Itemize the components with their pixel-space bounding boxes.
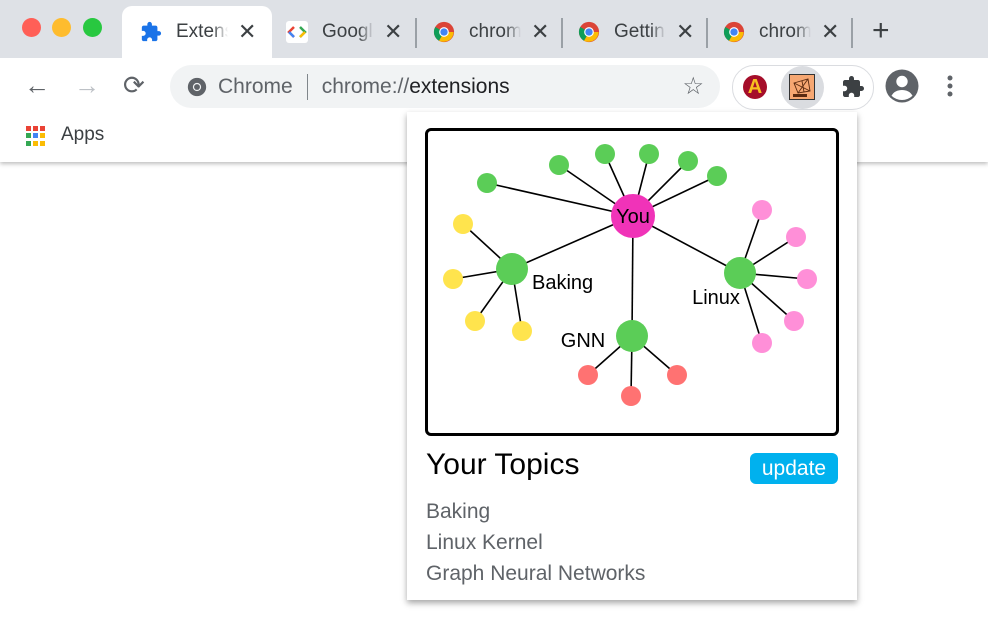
topic-leaf-node: [786, 227, 806, 247]
topic-graph: You Baking Linux GNN: [425, 128, 839, 436]
more-menu-icon[interactable]: [942, 68, 958, 109]
direct-leaf-node: [477, 173, 497, 193]
profile-avatar-icon[interactable]: [884, 68, 920, 109]
topic-item: Graph Neural Networks: [426, 562, 646, 585]
tab-close-button[interactable]: ✕: [384, 19, 402, 45]
chrome-site-icon: [186, 76, 208, 98]
apps-grid-icon[interactable]: [26, 126, 46, 146]
toolbar: ← → ⟳ Chrome chrome://extensions ☆ A: [0, 58, 988, 114]
extensions-area: A: [732, 65, 874, 110]
topic-leaf-node: [512, 321, 532, 341]
topic-graph-canvas: You Baking Linux GNN: [443, 144, 817, 406]
site-label: Chrome: [218, 74, 293, 98]
url-text[interactable]: chrome://extensions: [322, 75, 510, 99]
topic-label-baking: Baking: [532, 272, 593, 294]
topic-label-linux: Linux: [692, 287, 740, 309]
direct-leaf-node: [595, 144, 615, 164]
chrome-icon: [578, 21, 600, 43]
url-host: extensions: [409, 74, 510, 98]
tab-strip: Extensions ✕ Google Developers ✕ chrome …: [0, 0, 988, 58]
address-bar[interactable]: Chrome chrome://extensions ☆: [170, 65, 720, 108]
topic-leaf-node: [784, 311, 804, 331]
chrome-icon: [723, 21, 745, 43]
tab-close-button[interactable]: ✕: [821, 19, 839, 45]
tab-getting-started[interactable]: Getting Started ✕: [560, 6, 700, 58]
extensions-puzzle-icon: [140, 21, 162, 43]
tab-title: Google Developers: [322, 21, 374, 42]
new-tab-button[interactable]: +: [872, 14, 890, 48]
topic-label-gnn: GNN: [561, 330, 605, 352]
tab-extensions[interactable]: Extensions ✕: [122, 6, 272, 58]
topic-node-baking: [496, 253, 528, 285]
direct-leaf-node: [549, 155, 569, 175]
tab-title: chrome: [759, 21, 811, 42]
minimize-window-button[interactable]: [52, 18, 71, 37]
close-window-button[interactable]: [22, 18, 41, 37]
topic-leaf-node: [752, 333, 772, 353]
url-scheme: chrome://: [321, 74, 410, 98]
topic-node-gnn: [616, 320, 648, 352]
direct-leaf-node: [678, 151, 698, 171]
topic-leaf-node: [465, 311, 485, 331]
extension-a-icon[interactable]: A: [743, 75, 767, 99]
topic-leaf-node: [667, 365, 687, 385]
omnibox-divider: [306, 73, 308, 100]
tab-close-button[interactable]: ✕: [676, 19, 694, 45]
tab-title: chrome: [469, 21, 521, 42]
topic-leaf-node: [621, 386, 641, 406]
tab-separator: [851, 18, 853, 48]
tab-chrome-2[interactable]: chrome ✕: [705, 6, 845, 58]
extension-popup: You Baking Linux GNN Your Topics update Bak…: [407, 112, 857, 600]
tab-close-button[interactable]: ✕: [238, 19, 256, 45]
topics-heading: Your Topics: [426, 448, 580, 481]
direct-leaf-node: [707, 166, 727, 186]
graph-edge: [486, 182, 634, 217]
center-label: You: [616, 206, 650, 228]
tab-chrome-1[interactable]: chrome ✕: [415, 6, 555, 58]
topic-leaf-node: [752, 200, 772, 220]
bookmark-star-icon[interactable]: ☆: [682, 72, 704, 101]
topic-item: Baking: [426, 500, 491, 523]
reload-button[interactable]: ⟳: [123, 70, 145, 101]
forward-button[interactable]: →: [74, 70, 100, 101]
extensions-menu-icon[interactable]: [841, 75, 865, 104]
topic-item: Linux Kernel: [426, 531, 543, 554]
topic-node-linux: [724, 257, 756, 289]
direct-leaf-node: [639, 144, 659, 164]
topic-leaf-node: [797, 269, 817, 289]
zoom-window-button[interactable]: [83, 18, 102, 37]
update-button[interactable]: update: [750, 453, 838, 484]
topic-leaf-node: [443, 269, 463, 289]
topic-graph-extension-icon[interactable]: [789, 74, 815, 100]
apps-bookmark[interactable]: Apps: [61, 124, 104, 146]
tab-title: Getting Started: [614, 21, 666, 42]
topics-list: Baking Linux Kernel Graph Neural Network…: [426, 499, 645, 592]
back-button[interactable]: ←: [24, 70, 50, 101]
topic-leaf-node: [578, 365, 598, 385]
tab-title: Extensions: [176, 21, 228, 42]
chrome-icon: [433, 21, 455, 43]
topic-leaf-node: [453, 214, 473, 234]
tab-google-developers[interactable]: Google Developers ✕: [268, 6, 408, 58]
tab-close-button[interactable]: ✕: [531, 19, 549, 45]
google-developers-icon: [286, 21, 308, 43]
